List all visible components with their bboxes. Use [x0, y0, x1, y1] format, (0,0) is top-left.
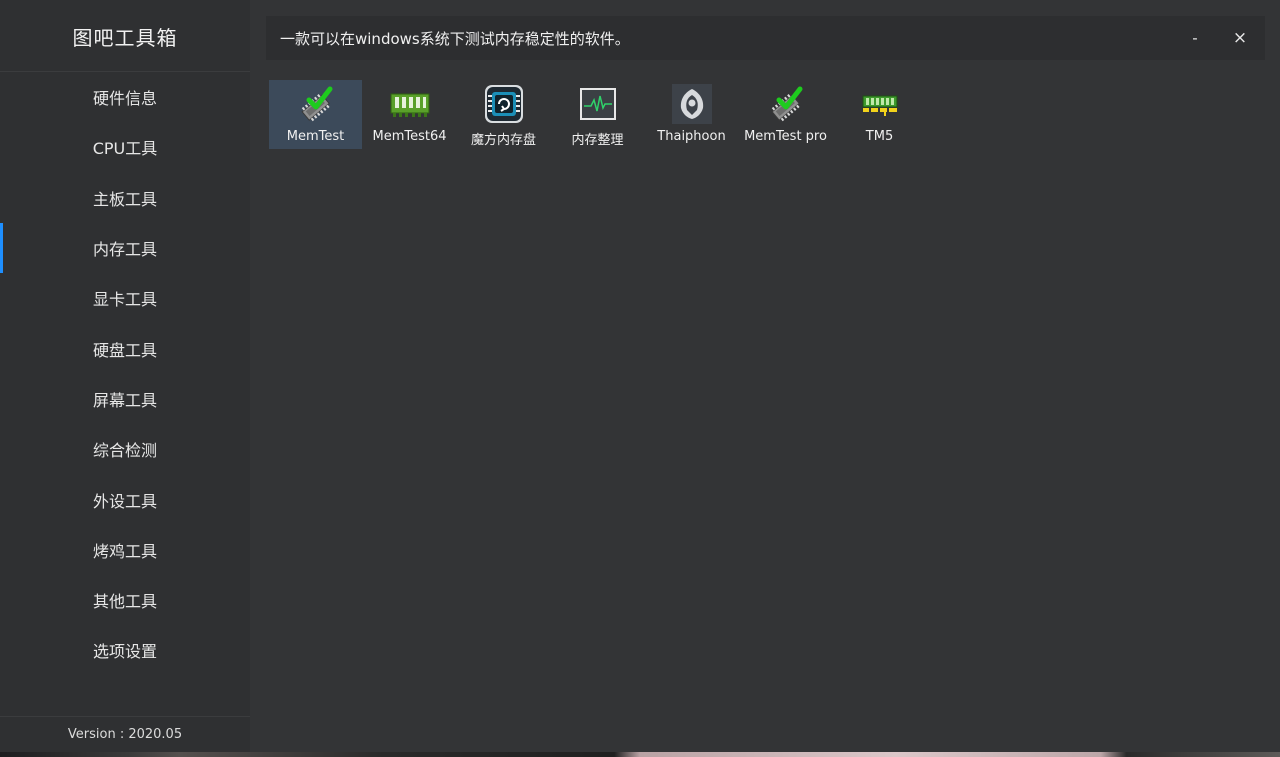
tool-label: MemTest pro [744, 129, 827, 144]
active-indicator [0, 424, 3, 474]
active-indicator [0, 72, 3, 122]
tool-memtest64[interactable]: MemTest64 [363, 80, 456, 149]
tool-memtest-pro[interactable]: MemTest pro [739, 80, 832, 149]
sidebar-item-label: 选项设置 [92, 642, 157, 662]
memtest-checkmark-chip-icon [766, 84, 806, 124]
active-indicator [0, 525, 3, 575]
sidebar-item-label: 硬件信息 [92, 89, 157, 109]
tool-label: TM5 [865, 129, 894, 144]
sidebar-item-disk-tools[interactable]: 硬盘工具 [0, 323, 250, 373]
memtest-checkmark-chip-icon [296, 84, 336, 124]
sidebar-item-overall-test[interactable]: 综合检测 [0, 424, 250, 474]
sidebar-item-label: 内存工具 [92, 240, 157, 260]
sidebar-item-label: 其他工具 [92, 592, 157, 612]
sidebar-item-settings[interactable]: 选项设置 [0, 625, 250, 675]
sidebar-item-screen-tools[interactable]: 屏幕工具 [0, 374, 250, 424]
tool-thaiphoon[interactable]: Thaiphoon [645, 80, 738, 149]
green-ram-module-icon [390, 84, 430, 124]
sidebar-item-label: 主板工具 [92, 189, 157, 209]
app-window: 图吧工具箱 硬件信息 CPU工具 主板工具 内存工具 显卡工具 硬盘工具 屏幕工… [0, 0, 1280, 752]
active-indicator [0, 575, 3, 625]
thaiphoon-emblem-icon [671, 84, 712, 124]
sidebar-item-label: 硬盘工具 [92, 340, 157, 360]
tool-memory-cleanup[interactable]: 内存整理 [551, 80, 644, 149]
tm5-ram-module-icon [860, 84, 900, 124]
desktop-background-strip [0, 752, 1280, 757]
tool-grid: MemTest MemTest64 魔方内存盘 内存整理 Thaiphoon M… [269, 80, 927, 149]
sidebar-item-label: 显卡工具 [92, 290, 157, 310]
sidebar-item-hardware-info[interactable]: 硬件信息 [0, 72, 250, 122]
active-indicator [0, 173, 3, 223]
sidebar-item-memory-tools[interactable]: 内存工具 [0, 222, 250, 274]
sidebar-item-label: CPU工具 [92, 139, 158, 159]
active-indicator [0, 625, 3, 675]
active-indicator [0, 122, 3, 172]
sidebar-item-cpu-tools[interactable]: CPU工具 [0, 122, 250, 172]
active-indicator [0, 474, 3, 524]
main-panel: 一款可以在windows系统下测试内存稳定性的软件。 - × MemTest M… [250, 0, 1280, 752]
tool-label: MemTest64 [372, 129, 447, 144]
sidebar-nav: 硬件信息 CPU工具 主板工具 内存工具 显卡工具 硬盘工具 屏幕工具 综合检测… [0, 72, 250, 676]
tool-label: 内存整理 [571, 133, 624, 148]
tool-label: MemTest [286, 129, 345, 144]
header-bar[interactable]: 一款可以在windows系统下测试内存稳定性的软件。 - × [266, 16, 1265, 60]
memory-monitor-waveform-icon [578, 84, 618, 124]
sidebar-item-stress-tools[interactable]: 烤鸡工具 [0, 525, 250, 575]
sidebar: 图吧工具箱 硬件信息 CPU工具 主板工具 内存工具 显卡工具 硬盘工具 屏幕工… [0, 0, 250, 752]
minimize-button[interactable]: - [1175, 16, 1215, 60]
active-indicator [0, 323, 3, 373]
active-indicator [0, 222, 3, 274]
sidebar-item-label: 屏幕工具 [92, 390, 157, 410]
close-button[interactable]: × [1220, 16, 1260, 60]
tool-ramdisk[interactable]: 魔方内存盘 [457, 80, 550, 149]
ram-disk-chip-icon [484, 84, 524, 124]
tool-description: 一款可以在windows系统下测试内存稳定性的软件。 [280, 29, 630, 48]
tool-label: 魔方内存盘 [470, 133, 536, 148]
tool-memtest[interactable]: MemTest [269, 80, 362, 149]
active-indicator [0, 374, 3, 424]
sidebar-item-motherboard-tools[interactable]: 主板工具 [0, 173, 250, 223]
app-title: 图吧工具箱 [72, 25, 178, 50]
tool-label: Thaiphoon [657, 129, 726, 144]
sidebar-item-label: 烤鸡工具 [92, 541, 157, 561]
version-label: Version : 2020.05 [67, 727, 183, 742]
sidebar-item-other-tools[interactable]: 其他工具 [0, 575, 250, 625]
sidebar-item-peripheral-tools[interactable]: 外设工具 [0, 474, 250, 524]
sidebar-item-gpu-tools[interactable]: 显卡工具 [0, 273, 250, 323]
sidebar-item-label: 综合检测 [92, 441, 157, 461]
active-indicator [0, 273, 3, 323]
sidebar-item-label: 外设工具 [92, 491, 157, 511]
tool-tm5[interactable]: TM5 [833, 80, 926, 149]
